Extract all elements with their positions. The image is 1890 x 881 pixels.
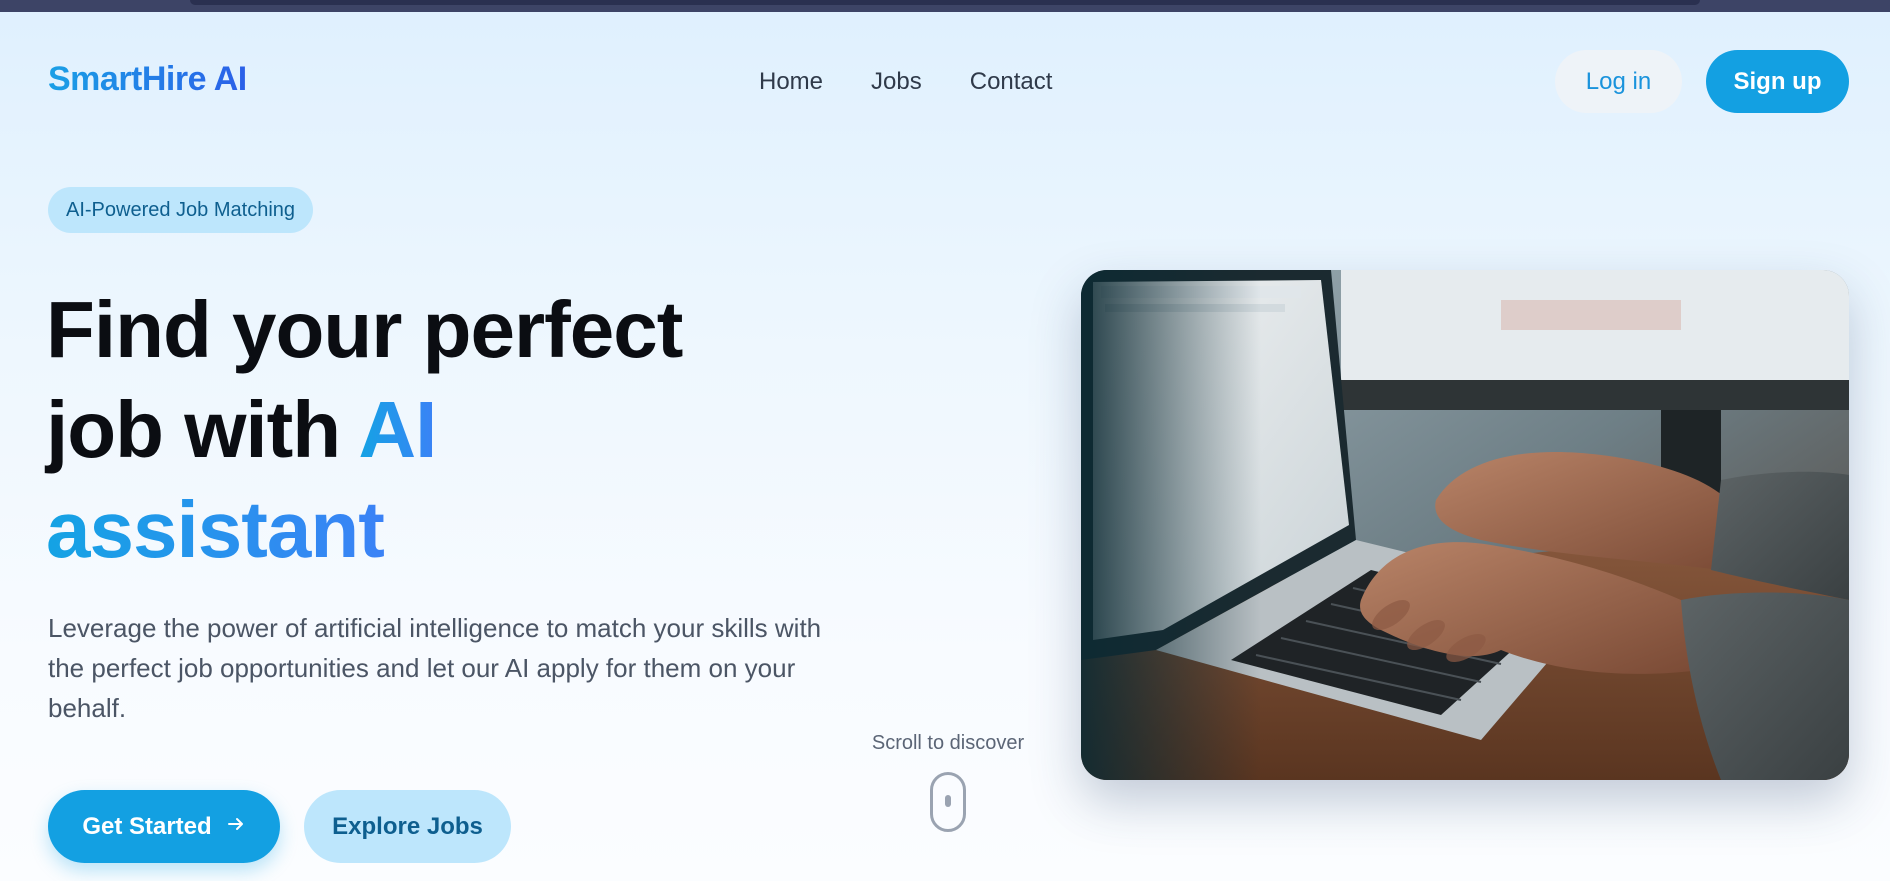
browser-top-strip [0,0,1890,12]
hero-image-laptop-typing [1081,270,1849,780]
hero-badge: AI-Powered Job Matching [48,187,314,233]
site-logo[interactable]: SmartHire AI [48,60,247,99]
hero-title-line-2: job with [46,385,359,474]
signup-button[interactable]: Sign up [1706,50,1849,113]
hero-description: Leverage the power of artificial intelli… [48,613,822,723]
browser-top-strip-inner [190,0,1700,5]
get-started-label: Get Started [82,812,212,840]
arrow-right-icon [226,813,246,841]
nav-link-jobs[interactable]: Jobs [871,68,922,96]
hero-title: Find your perfect job with AI assistant [46,280,826,580]
login-button[interactable]: Log in [1555,50,1682,113]
laptop-typing-illustration [1081,270,1849,780]
hero-title-line-1: Find your perfect [46,285,683,374]
hero-badge-label: AI-Powered Job Matching [66,198,296,221]
scroll-hint-text: Scroll to discover [871,732,1025,754]
nav-link-home[interactable]: Home [759,68,823,96]
nav-link-contact[interactable]: Contact [970,68,1053,96]
hero-title-accent-assistant: assistant [46,485,385,574]
explore-jobs-button[interactable]: Explore Jobs [304,790,511,863]
hero-title-accent-ai: AI [358,385,437,474]
main-nav: Home Jobs Contact [759,68,1052,96]
get-started-button[interactable]: Get Started [48,790,280,863]
mouse-wheel [945,795,951,807]
mouse-icon[interactable] [930,772,966,832]
